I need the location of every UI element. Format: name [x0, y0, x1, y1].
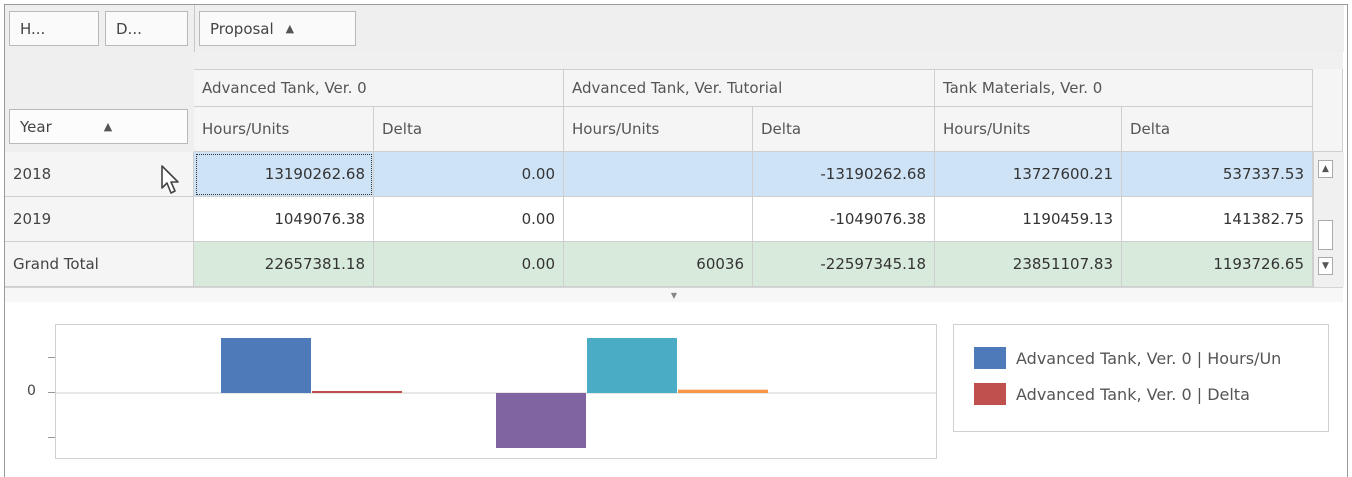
legend-swatch [974, 347, 1006, 369]
total-cell[interactable]: 1193726.65 [1122, 242, 1313, 287]
column-header-label: Hours/Units [943, 120, 1031, 138]
cell-value: -22597345.18 [820, 255, 926, 273]
cell-value: 1193726.65 [1213, 255, 1304, 273]
chart-panel [55, 324, 937, 459]
y-axis-tick [48, 437, 55, 438]
cell-value: 141382.75 [1222, 210, 1304, 228]
cell-value: 1049076.38 [274, 210, 365, 228]
chart-bar[interactable] [587, 338, 677, 393]
total-cell[interactable]: 22657381.18 [194, 242, 374, 287]
column-field-label: Proposal [210, 19, 274, 38]
column-header-filler [1313, 69, 1343, 152]
column-group-label: Advanced Tank, Ver. 0 [202, 79, 367, 97]
row-header-label: Grand Total [13, 255, 99, 273]
cell-value: -1049076.38 [829, 210, 926, 228]
column-group-label: Advanced Tank, Ver. Tutorial [572, 79, 783, 97]
row-field-label: Year [20, 117, 52, 136]
data-cell[interactable]: 1049076.38 [194, 197, 374, 242]
row-field-year[interactable]: Year ▲ [9, 109, 188, 144]
data-cell[interactable] [564, 197, 753, 242]
chevron-up-icon: ▲ [1322, 164, 1329, 174]
cell-value: 13190262.68 [264, 165, 365, 183]
grid-chart-splitter[interactable]: ▼ [5, 287, 1343, 302]
cell-value: 0.00 [521, 255, 555, 273]
cell-value: 22657381.18 [264, 255, 365, 273]
row-header-label: 2019 [13, 210, 52, 228]
y-axis-tick-label: 0 [27, 383, 36, 399]
y-axis-tick [48, 357, 55, 358]
filter-field-label: D... [116, 19, 142, 38]
data-cell[interactable]: 141382.75 [1122, 197, 1313, 242]
column-header-hours-units[interactable]: Hours/Units [935, 107, 1122, 152]
data-cell[interactable] [564, 152, 753, 197]
column-header-label: Delta [761, 120, 802, 138]
legend-swatch [974, 383, 1006, 405]
scroll-down-button[interactable]: ▼ [1318, 257, 1333, 275]
sort-ascending-icon: ▲ [285, 22, 295, 35]
chart-bar[interactable] [312, 391, 402, 393]
column-header-group[interactable]: Tank Materials, Ver. 0 [935, 69, 1313, 107]
column-header-label: Delta [382, 120, 423, 138]
scroll-up-button[interactable]: ▲ [1318, 160, 1333, 178]
data-cell[interactable]: 13190262.68 [194, 152, 374, 197]
sort-ascending-icon: ▲ [103, 120, 113, 133]
data-cell[interactable]: 0.00 [374, 197, 564, 242]
row-header-2019[interactable]: 2019 [5, 197, 194, 242]
y-axis-tick [48, 392, 55, 393]
pivot-grid: H... D... Proposal ▲ Year ▲ Advanced Tan… [5, 5, 1344, 287]
chart-bar[interactable] [221, 338, 311, 393]
column-header-delta[interactable]: Delta [1122, 107, 1313, 152]
data-cell[interactable]: 1190459.13 [935, 197, 1122, 242]
cell-value: 13727600.21 [1012, 165, 1113, 183]
total-cell[interactable]: 23851107.83 [935, 242, 1122, 287]
bar-chart [56, 338, 936, 448]
mouse-cursor-icon [161, 165, 179, 194]
collapse-arrow-icon[interactable]: ▼ [671, 291, 677, 300]
cell-value: 0.00 [521, 210, 555, 228]
legend-item[interactable]: Advanced Tank, Ver. 0 | Delta [974, 383, 1250, 405]
cell-value: -13190262.68 [820, 165, 926, 183]
data-cell[interactable]: 13727600.21 [935, 152, 1122, 197]
data-cell[interactable]: 0.00 [374, 152, 564, 197]
data-cell[interactable]: -1049076.38 [753, 197, 935, 242]
chart-bar[interactable] [678, 389, 768, 393]
total-cell[interactable]: 60036 [564, 242, 753, 287]
column-field-proposal[interactable]: Proposal ▲ [199, 11, 356, 46]
column-field-area [194, 5, 1344, 52]
total-cell[interactable]: 0.00 [374, 242, 564, 287]
legend-label: Advanced Tank, Ver. 0 | Hours/Un [1016, 348, 1282, 368]
cell-value: 537337.53 [1222, 165, 1304, 183]
column-header-hours-units[interactable]: Hours/Units [564, 107, 753, 152]
column-header-label: Hours/Units [572, 120, 660, 138]
chart-legend: Advanced Tank, Ver. 0 | Hours/Un Advance… [953, 324, 1329, 432]
legend-item[interactable]: Advanced Tank, Ver. 0 | Hours/Un [974, 347, 1281, 369]
column-group-label: Tank Materials, Ver. 0 [943, 79, 1103, 97]
data-cell[interactable]: -13190262.68 [753, 152, 935, 197]
filter-field-button-d[interactable]: D... [105, 11, 188, 46]
column-header-delta[interactable]: Delta [374, 107, 564, 152]
row-header-label: 2018 [13, 165, 52, 183]
legend-label: Advanced Tank, Ver. 0 | Delta [1016, 384, 1250, 404]
column-header-group[interactable]: Advanced Tank, Ver. 0 [194, 69, 564, 107]
filter-field-button-h[interactable]: H... [9, 11, 99, 46]
chart-bar[interactable] [496, 393, 586, 448]
column-header-label: Delta [1130, 120, 1171, 138]
cell-value: 0.00 [521, 165, 555, 183]
column-header-group[interactable]: Advanced Tank, Ver. Tutorial [564, 69, 935, 107]
column-header-hours-units[interactable]: Hours/Units [194, 107, 374, 152]
column-header-delta[interactable]: Delta [753, 107, 935, 152]
row-header-grand-total[interactable]: Grand Total [5, 242, 194, 287]
total-cell[interactable]: -22597345.18 [753, 242, 935, 287]
data-cell[interactable]: 537337.53 [1122, 152, 1313, 197]
cell-value: 60036 [696, 255, 744, 273]
column-header-label: Hours/Units [202, 120, 290, 138]
cell-value: 1190459.13 [1022, 210, 1113, 228]
scroll-thumb[interactable] [1318, 220, 1333, 250]
cell-value: 23851107.83 [1012, 255, 1113, 273]
filter-field-label: H... [20, 19, 46, 38]
chevron-down-icon: ▼ [1322, 261, 1329, 271]
